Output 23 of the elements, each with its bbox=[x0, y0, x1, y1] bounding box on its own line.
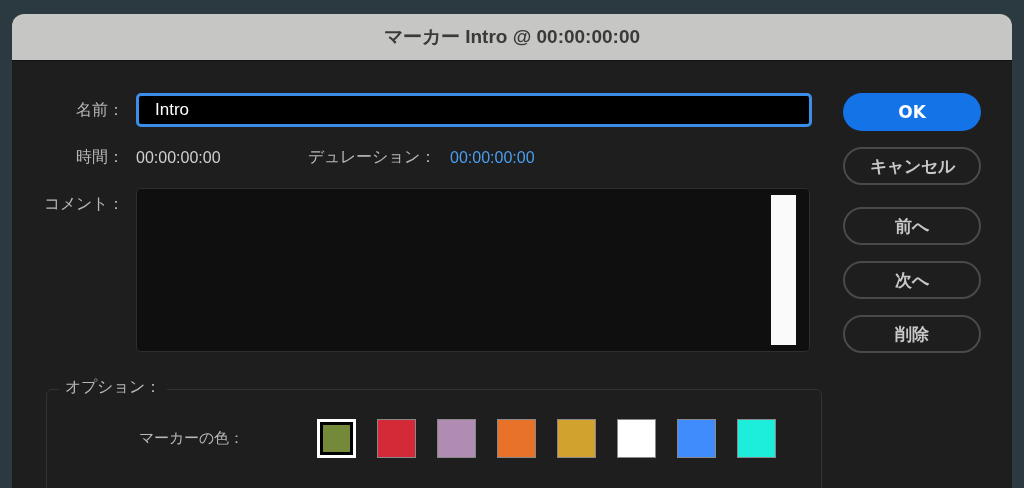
comment-field[interactable] bbox=[136, 188, 810, 352]
color-swatch[interactable] bbox=[557, 419, 596, 458]
color-swatch[interactable] bbox=[617, 419, 656, 458]
scrollbar[interactable] bbox=[771, 195, 796, 345]
comment-label: コメント： bbox=[43, 194, 125, 215]
marker-color-label: マーカーの色： bbox=[138, 429, 245, 448]
color-swatch[interactable] bbox=[497, 419, 536, 458]
ok-button[interactable]: OK bbox=[843, 93, 981, 131]
color-swatch[interactable] bbox=[677, 419, 716, 458]
window-title: マーカー Intro @ 00:00:00:00 bbox=[383, 25, 641, 49]
dialog-button[interactable]: 次へ bbox=[843, 261, 981, 299]
time-label: 時間： bbox=[75, 147, 125, 167]
time-value: 00:00:00:00 bbox=[136, 148, 222, 167]
duration-value[interactable]: 00:00:00:00 bbox=[450, 148, 535, 167]
dialog-button[interactable]: キャンセル bbox=[843, 147, 981, 185]
color-swatch[interactable] bbox=[737, 419, 776, 458]
name-field[interactable]: Intro bbox=[136, 93, 812, 127]
duration-label: デュレーション： bbox=[308, 147, 437, 168]
color-swatch[interactable] bbox=[437, 419, 476, 458]
color-swatch[interactable] bbox=[377, 419, 416, 458]
dialog-button[interactable]: 削除 bbox=[843, 315, 981, 353]
dialog-button[interactable]: 前へ bbox=[843, 207, 981, 245]
name-label: 名前： bbox=[75, 99, 125, 121]
